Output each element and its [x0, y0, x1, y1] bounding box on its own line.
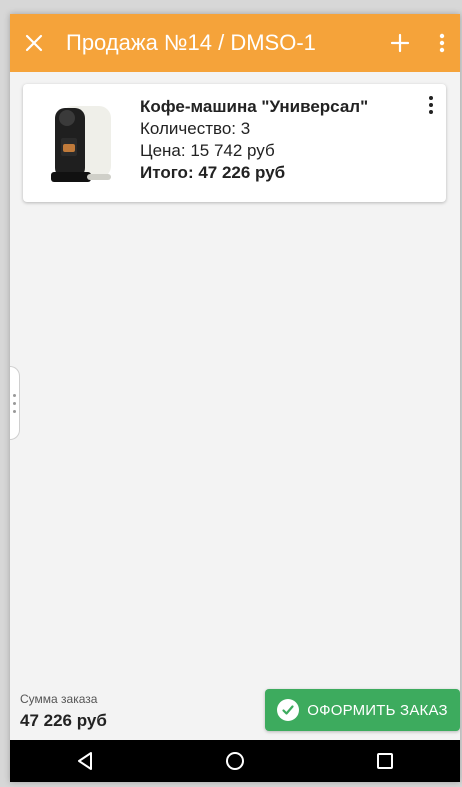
- more-vert-icon: [429, 96, 433, 100]
- more-menu-button[interactable]: [424, 14, 460, 72]
- close-icon: [25, 34, 43, 52]
- order-item-details: Кофе-машина "Универсал" Количество: 3 Це…: [140, 96, 368, 184]
- device-background: Продажа №14 / DMSO-1 Кофе-машина "Универ…: [0, 0, 462, 787]
- handle-dot: [13, 409, 16, 413]
- close-button[interactable]: [10, 14, 58, 72]
- place-order-button[interactable]: ОФОРМИТЬ ЗАКАЗ: [265, 689, 460, 731]
- nav-recents-button[interactable]: [355, 740, 415, 782]
- handle-dot: [13, 393, 16, 397]
- product-total: Итого: 47 226 руб: [140, 163, 286, 182]
- app-screen: Продажа №14 / DMSO-1 Кофе-машина "Универ…: [10, 14, 460, 782]
- more-vert-icon-dot: [429, 103, 433, 107]
- place-order-label: ОФОРМИТЬ ЗАКАЗ: [307, 701, 448, 719]
- add-button[interactable]: [376, 14, 424, 72]
- order-item-card[interactable]: Кофе-машина "Универсал" Количество: 3 Це…: [23, 84, 446, 202]
- nav-home-button[interactable]: [205, 740, 265, 782]
- order-sum-value: 47 226 руб: [20, 711, 107, 730]
- handle-dot: [13, 401, 16, 405]
- app-bar: Продажа №14 / DMSO-1: [10, 14, 460, 72]
- more-vert-icon-dot: [429, 110, 433, 114]
- home-circle-icon: [226, 752, 244, 770]
- recents-square-icon: [377, 753, 393, 769]
- more-vert-icon: [439, 33, 445, 53]
- page-title: Продажа №14 / DMSO-1: [66, 30, 316, 55]
- order-sum-label: Сумма заказа: [20, 692, 98, 706]
- coffee-machine-image: [51, 106, 111, 182]
- check-circle-icon: [277, 699, 300, 721]
- product-price: Цена: 15 742 руб: [140, 141, 275, 160]
- product-name: Кофе-машина "Универсал": [140, 97, 369, 116]
- nav-back-button[interactable]: [55, 740, 115, 782]
- product-quantity: Количество: 3: [140, 119, 251, 138]
- item-more-button[interactable]: [422, 96, 440, 124]
- plus-icon: [390, 33, 410, 53]
- back-triangle-icon: [78, 752, 92, 770]
- system-nav-bar: [10, 740, 460, 782]
- side-drawer-handle[interactable]: [10, 366, 20, 440]
